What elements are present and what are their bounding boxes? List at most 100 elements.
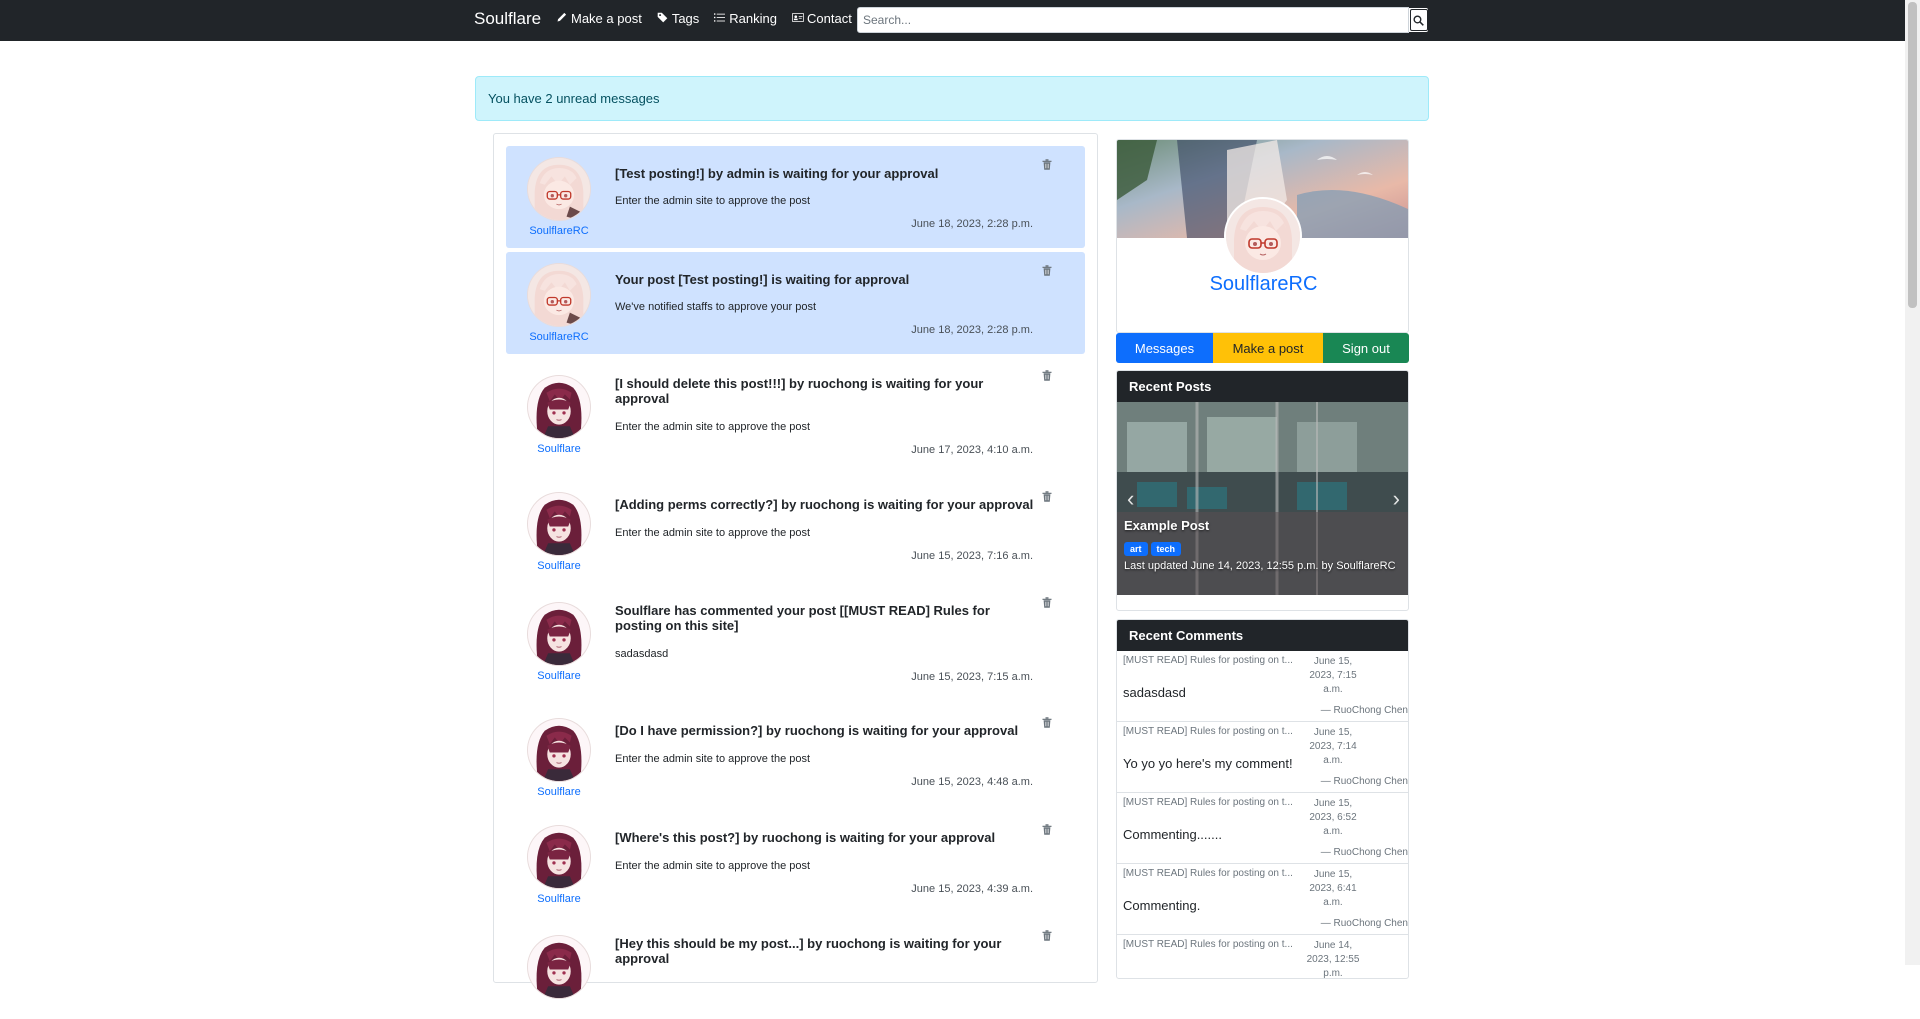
- recent-posts-carousel[interactable]: ‹ › Example Post art tech Last updated J…: [1117, 402, 1408, 595]
- message-body: sadasdasd: [615, 648, 669, 660]
- comment-post-link[interactable]: [MUST READ] Rules for posting on t...: [1123, 939, 1303, 950]
- recent-comments-header: Recent Comments: [1117, 620, 1408, 651]
- page-scrollbar[interactable]: [1905, 0, 1920, 965]
- comment-text: Yo yo yo here's my comment!: [1123, 756, 1293, 771]
- contact-card-icon: [791, 12, 804, 26]
- message-username[interactable]: Soulflare: [506, 443, 612, 455]
- nav-links: Make a post Tags Ranking Contact: [555, 11, 866, 26]
- messages-button[interactable]: Messages: [1116, 333, 1213, 363]
- message-username[interactable]: SoulflareRC: [506, 331, 612, 343]
- avatar[interactable]: [528, 376, 590, 438]
- message-username[interactable]: Soulflare: [506, 560, 612, 572]
- comment-post-link[interactable]: [MUST READ] Rules for posting on t...: [1123, 868, 1303, 879]
- delete-message-icon[interactable]: [1041, 369, 1055, 383]
- avatar[interactable]: [528, 603, 590, 665]
- delete-message-icon[interactable]: [1041, 716, 1055, 730]
- comment-date: June 15, 2023, 7:15 a.m.: [1309, 656, 1357, 695]
- profile-username[interactable]: SoulflareRC: [1117, 273, 1408, 296]
- message-body: Enter the admin site to approve the post: [615, 527, 811, 539]
- comment-date: June 15, 2023, 6:41 a.m.: [1309, 869, 1357, 908]
- comment-post-link[interactable]: [MUST READ] Rules for posting on t...: [1123, 655, 1303, 666]
- post-tags: art tech: [1124, 542, 1396, 556]
- recent-posts-card: Recent Posts ‹ › Example Post art tech L…: [1116, 370, 1409, 611]
- message-body: Enter the admin site to approve the post: [615, 195, 811, 207]
- avatar[interactable]: [528, 264, 590, 326]
- comment-date: June 15, 2023, 7:14 a.m.: [1309, 727, 1357, 766]
- message-item[interactable]: SoulflareRC [Test posting!] by admin is …: [506, 146, 1085, 248]
- post-title[interactable]: Example Post: [1124, 518, 1396, 533]
- message-timestamp: June 17, 2023, 4:10 a.m.: [911, 444, 1033, 456]
- recent-posts-header: Recent Posts: [1117, 371, 1408, 402]
- avatar[interactable]: [528, 493, 590, 555]
- make-post-button[interactable]: Make a post: [1213, 333, 1323, 363]
- message-timestamp: June 15, 2023, 7:16 a.m.: [911, 550, 1033, 562]
- delete-message-icon[interactable]: [1041, 596, 1055, 610]
- top-navbar: Soulflare Make a post Tags Ranking Conta…: [0, 0, 1905, 41]
- comment-author: — RuoChong Chen: [1320, 918, 1408, 929]
- message-username[interactable]: Soulflare: [506, 893, 612, 905]
- avatar[interactable]: [528, 719, 590, 781]
- message-username[interactable]: SoulflareRC: [506, 225, 612, 237]
- scrollbar-thumb[interactable]: [1908, 2, 1917, 308]
- unread-messages-alert: You have 2 unread messages: [475, 76, 1429, 121]
- avatar[interactable]: [528, 158, 590, 220]
- recent-comments-card: Recent Comments [MUST READ] Rules for po…: [1116, 619, 1409, 979]
- message-body: We've notified staffs to approve your po…: [615, 301, 817, 313]
- comment-author: — RuoChong Chen: [1320, 705, 1408, 716]
- nav-tags-link[interactable]: Tags: [656, 11, 699, 26]
- carousel-caption: Example Post art tech Last updated June …: [1124, 518, 1396, 572]
- message-item[interactable]: Soulflare [Where's this post?] by ruocho…: [506, 813, 1085, 913]
- comment-date: June 14, 2023, 12:55 p.m.: [1306, 940, 1360, 979]
- avatar[interactable]: [528, 936, 590, 998]
- avatar[interactable]: [528, 826, 590, 888]
- message-body: Enter the admin site to approve the post: [615, 421, 811, 433]
- comment-item[interactable]: [MUST READ] Rules for posting on t... Ju…: [1117, 722, 1408, 793]
- message-title: Soulflare has commented your post [[MUST…: [615, 603, 990, 633]
- brand-link[interactable]: Soulflare: [474, 9, 541, 29]
- delete-message-icon[interactable]: [1041, 490, 1055, 504]
- carousel-prev-icon[interactable]: ‹: [1127, 486, 1134, 512]
- nav-contact-label: Contact: [807, 11, 852, 26]
- message-title: [Hey this should be my post...] by ruoch…: [615, 936, 1002, 966]
- comment-author: — RuoChong Chen: [1320, 776, 1408, 787]
- message-item[interactable]: Soulflare Soulflare has commented your p…: [506, 586, 1085, 698]
- search-icon: [1413, 14, 1424, 26]
- message-item[interactable]: Soulflare [I should delete this post!!!]…: [506, 359, 1085, 471]
- comment-item[interactable]: [MUST READ] Rules for posting on t... Ju…: [1117, 651, 1408, 722]
- message-item[interactable]: Soulflare [Do I have permission?] by ruo…: [506, 706, 1085, 806]
- comment-text: Commenting.: [1123, 898, 1201, 913]
- profile-avatar[interactable]: [1224, 197, 1302, 275]
- comment-item[interactable]: [MUST READ] Rules for posting on t... Ju…: [1117, 793, 1408, 864]
- profile-actions: Messages Make a post Sign out: [1116, 333, 1409, 363]
- profile-card: SoulflareRC: [1116, 139, 1409, 333]
- message-item[interactable]: [Hey this should be my post...] by ruoch…: [506, 919, 1085, 1019]
- search-button[interactable]: [1409, 7, 1429, 33]
- message-item[interactable]: SoulflareRC Your post [Test posting!] is…: [506, 252, 1085, 354]
- nav-contact-link[interactable]: Contact: [791, 11, 852, 26]
- sign-out-button[interactable]: Sign out: [1323, 333, 1409, 363]
- tag-badge[interactable]: tech: [1150, 542, 1182, 556]
- comment-item[interactable]: [MUST READ] Rules for posting on t... Ju…: [1117, 935, 1408, 979]
- message-title: [Where's this post?] by ruochong is wait…: [615, 830, 996, 845]
- nav-ranking-link[interactable]: Ranking: [713, 11, 777, 26]
- message-body: Enter the admin site to approve the post: [615, 860, 811, 872]
- message-item[interactable]: Soulflare [Adding perms correctly?] by r…: [506, 480, 1085, 580]
- comment-item[interactable]: [MUST READ] Rules for posting on t... Ju…: [1117, 864, 1408, 935]
- message-username[interactable]: Soulflare: [506, 670, 612, 682]
- message-timestamp: June 18, 2023, 2:28 p.m.: [911, 218, 1033, 230]
- comment-post-link[interactable]: [MUST READ] Rules for posting on t...: [1123, 726, 1303, 737]
- nav-make-post-label: Make a post: [571, 11, 642, 26]
- message-username[interactable]: Soulflare: [506, 786, 612, 798]
- search-input[interactable]: [857, 7, 1409, 33]
- nav-make-post-link[interactable]: Make a post: [555, 11, 642, 26]
- delete-message-icon[interactable]: [1041, 264, 1055, 278]
- message-title: Your post [Test posting!] is waiting for…: [615, 272, 910, 287]
- delete-message-icon[interactable]: [1041, 823, 1055, 837]
- message-timestamp: June 15, 2023, 7:15 a.m.: [911, 671, 1033, 683]
- tag-icon: [656, 12, 669, 26]
- delete-message-icon[interactable]: [1041, 929, 1055, 943]
- tag-badge[interactable]: art: [1124, 542, 1148, 556]
- comment-post-link[interactable]: [MUST READ] Rules for posting on t...: [1123, 797, 1303, 808]
- delete-message-icon[interactable]: [1041, 158, 1055, 172]
- carousel-next-icon[interactable]: ›: [1393, 486, 1400, 512]
